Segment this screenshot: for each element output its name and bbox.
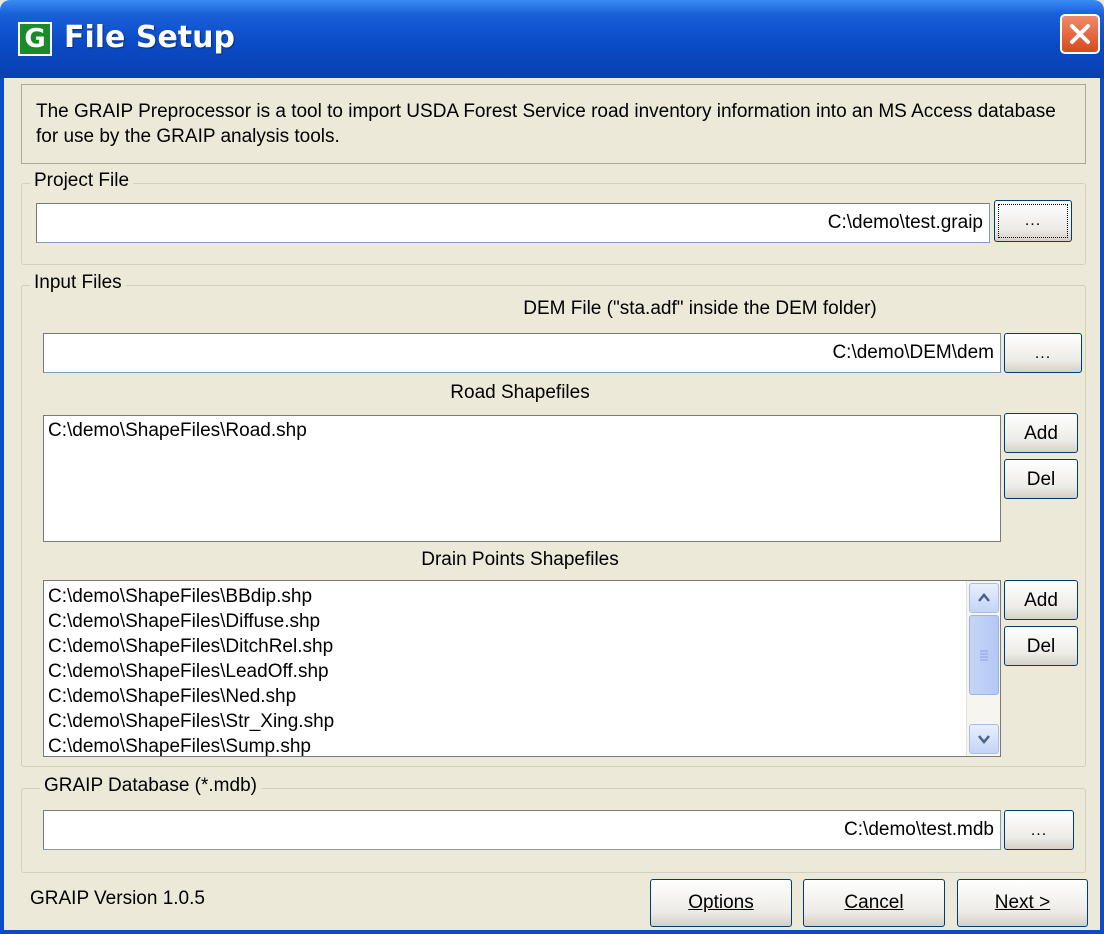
road-del-button[interactable]: Del [1004,459,1078,499]
project-file-input[interactable]: C:\demo\test.graip [36,203,990,243]
drain-points-list[interactable]: C:\demo\ShapeFiles\BBdip.shp C:\demo\Sha… [43,580,1001,757]
list-item[interactable]: C:\demo\ShapeFiles\Ned.shp [44,684,1000,709]
dem-file-label: DEM File ("sta.adf" inside the DEM folde… [523,298,877,319]
dem-file-browse-button[interactable]: ... [1004,333,1082,373]
road-shapefiles-list[interactable]: C:\demo\ShapeFiles\Road.shp [43,415,1001,542]
version-text: GRAIP Version 1.0.5 [30,888,205,909]
road-add-button[interactable]: Add [1004,413,1078,453]
dem-file-input[interactable]: C:\demo\DEM\dem [43,333,1001,373]
cancel-button[interactable]: Cancel [803,879,945,927]
drain-del-button[interactable]: Del [1004,626,1078,666]
scroll-up-button[interactable] [969,583,999,613]
database-label: GRAIP Database (*.mdb) [40,775,261,797]
project-file-label: Project File [30,170,134,192]
scroll-thumb[interactable] [969,615,999,695]
drain-add-button[interactable]: Add [1004,580,1078,620]
chevron-up-icon [978,593,990,602]
list-item[interactable]: C:\demo\ShapeFiles\Road.shp [44,418,1000,443]
description-text: The GRAIP Preprocessor is a tool to impo… [21,84,1086,164]
window-title: File Setup [64,20,235,55]
app-icon: G [18,22,52,56]
drain-points-label: Drain Points Shapefiles [421,549,619,570]
list-item[interactable]: C:\demo\ShapeFiles\BBdip.shp [44,584,1000,609]
title-bar: G File Setup [0,0,1104,78]
database-input[interactable]: C:\demo\test.mdb [43,810,1001,850]
drain-points-scrollbar[interactable] [966,581,1000,756]
options-label: Options [688,892,754,913]
close-icon [1070,24,1090,44]
scroll-down-button[interactable] [969,724,999,754]
next-label: Next > [994,892,1051,913]
list-item[interactable]: C:\demo\ShapeFiles\Diffuse.shp [44,609,1000,634]
grip-icon [980,650,988,661]
input-files-label: Input Files [30,272,126,294]
next-button[interactable]: Next > [957,879,1088,927]
project-file-browse-button[interactable]: ... [994,200,1072,242]
close-button[interactable] [1060,14,1100,54]
list-item[interactable]: C:\demo\ShapeFiles\LeadOff.shp [44,659,1000,684]
cancel-label: Cancel [844,892,904,913]
list-item[interactable]: C:\demo\ShapeFiles\DitchRel.shp [44,634,1000,659]
chevron-down-icon [978,735,990,744]
road-shapefiles-label: Road Shapefiles [450,382,590,403]
list-item[interactable]: C:\demo\ShapeFiles\Sump.shp [44,734,1000,756]
database-browse-button[interactable]: ... [1004,810,1074,850]
list-item[interactable]: C:\demo\ShapeFiles\Str_Xing.shp [44,709,1000,734]
options-button[interactable]: Options [650,879,792,927]
